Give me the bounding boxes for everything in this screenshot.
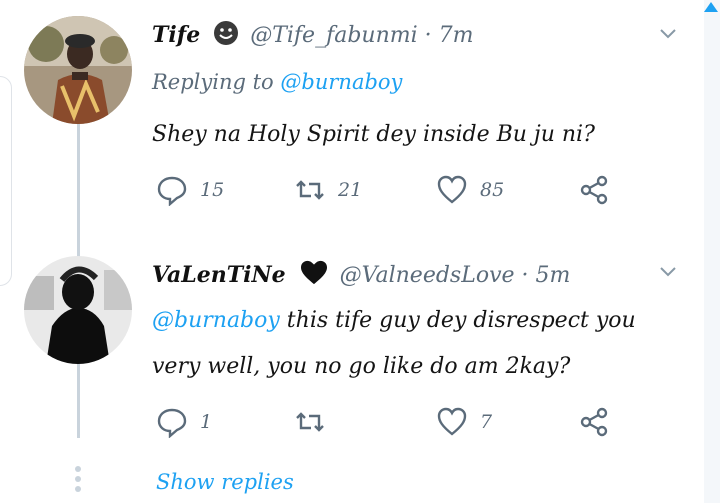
chevron-down-icon[interactable] bbox=[660, 26, 676, 42]
display-name[interactable]: VaLenTiNe bbox=[152, 262, 286, 288]
replying-to: Replying to @burnaboy bbox=[152, 70, 402, 94]
show-replies-link[interactable]: Show replies bbox=[156, 470, 294, 494]
retweet-button[interactable]: 21 bbox=[294, 172, 362, 208]
like-icon bbox=[437, 175, 467, 204]
reply-button[interactable]: 1 bbox=[156, 404, 212, 440]
share-button[interactable] bbox=[578, 404, 622, 440]
like-count: 85 bbox=[480, 179, 505, 201]
retweet-count: 21 bbox=[338, 179, 363, 201]
tweet-text-line2: very well, you no go like do am 2kay? bbox=[152, 354, 571, 379]
smiling-emoji-icon bbox=[213, 20, 239, 52]
like-button[interactable]: 85 bbox=[436, 172, 504, 208]
separator-dot: · bbox=[424, 23, 432, 48]
tweet-text-line1: this tife guy dey disrespect you bbox=[279, 308, 636, 333]
tweet-header: VaLenTiNe @ValneedsLove · 5m bbox=[152, 260, 570, 292]
replying-label: Replying to bbox=[152, 70, 274, 94]
avatar-image bbox=[24, 16, 132, 124]
tweet-text: Shey na Holy Spirit dey inside Bu ju ni? bbox=[152, 122, 595, 147]
tweet-actions: 1 7 bbox=[152, 404, 632, 440]
chevron-down-icon[interactable] bbox=[660, 264, 676, 280]
like-button[interactable]: 7 bbox=[436, 404, 492, 440]
share-icon bbox=[580, 407, 608, 437]
user-handle[interactable]: @ValneedsLove bbox=[340, 263, 515, 288]
mention-link[interactable]: @burnaboy bbox=[152, 308, 280, 333]
retweet-icon bbox=[296, 180, 324, 200]
thread-more-dots bbox=[74, 466, 82, 496]
user-handle[interactable]: @Tife_fabunmi bbox=[250, 23, 417, 48]
tweet-header: Tife @Tife_fabunmi · 7m bbox=[152, 20, 474, 52]
avatar[interactable] bbox=[24, 256, 132, 364]
share-button[interactable] bbox=[578, 172, 622, 208]
reply-button[interactable]: 15 bbox=[156, 172, 224, 208]
tweet-valentine[interactable]: VaLenTiNe @ValneedsLove · 5m @burnaboy t… bbox=[0, 244, 704, 464]
avatar-image bbox=[24, 256, 132, 364]
timestamp[interactable]: 7m bbox=[439, 23, 474, 48]
tweet-actions: 15 21 85 bbox=[152, 172, 632, 208]
retweet-icon bbox=[296, 412, 324, 432]
retweet-button[interactable] bbox=[294, 404, 338, 440]
like-icon bbox=[437, 407, 467, 436]
share-icon bbox=[580, 175, 608, 205]
scrollbar-track[interactable] bbox=[704, 0, 720, 503]
avatar[interactable] bbox=[24, 16, 132, 124]
like-count: 7 bbox=[480, 411, 493, 433]
timestamp[interactable]: 5m bbox=[536, 263, 571, 288]
tweet-tife[interactable]: Tife @Tife_fabunmi · 7m Replying to @bur… bbox=[0, 0, 704, 230]
reply-icon bbox=[157, 408, 187, 438]
display-name[interactable]: Tife bbox=[152, 22, 200, 48]
tweet-text: @burnaboy this tife guy dey disrespect y… bbox=[152, 298, 692, 390]
separator-dot: · bbox=[521, 263, 529, 288]
scroll-up-icon[interactable] bbox=[704, 2, 718, 12]
replying-handle-link[interactable]: @burnaboy bbox=[280, 70, 402, 94]
black-heart-icon bbox=[299, 260, 329, 292]
reply-count: 15 bbox=[200, 179, 225, 201]
reply-icon bbox=[157, 176, 187, 206]
reply-count: 1 bbox=[200, 411, 213, 433]
